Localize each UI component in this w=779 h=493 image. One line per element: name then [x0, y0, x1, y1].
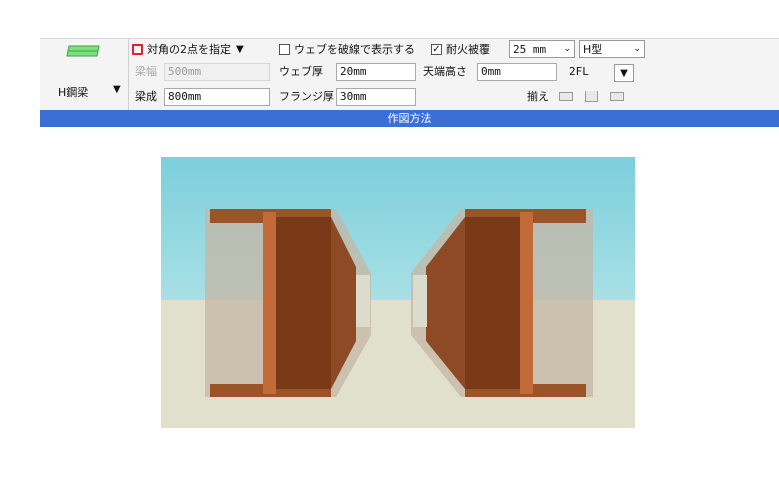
- h-steel-beam-icon: [66, 45, 100, 57]
- chevron-down-icon: ▼: [620, 67, 628, 79]
- beam-width-field[interactable]: 500mm: [164, 63, 270, 81]
- flange-thickness-field[interactable]: 30mm: [336, 88, 416, 106]
- floor-value: 2FL: [569, 65, 589, 78]
- beam-depth-label: 梁成: [135, 90, 157, 103]
- toolbar: H鋼梁 ▼ 対角の2点を指定 ▼ ウェブを破線で表示する ✓ 耐火被覆 25 m…: [40, 38, 779, 112]
- align-center-icon[interactable]: [585, 91, 598, 102]
- align-bottom-icon[interactable]: [559, 92, 573, 101]
- chevron-down-icon[interactable]: ▼: [113, 84, 121, 95]
- web-dashed-checkbox[interactable]: [279, 43, 290, 55]
- beam-preview: [161, 157, 635, 428]
- fireproof-thickness-value: 25 mm: [513, 42, 547, 56]
- section-type-value: H型: [583, 43, 603, 56]
- fireproof-thickness-select[interactable]: 25 mm ⌄: [509, 40, 575, 58]
- mode-label: 対角の2点を指定: [147, 43, 231, 56]
- fireproof-checkbox[interactable]: ✓: [431, 43, 442, 55]
- web-thickness-field[interactable]: 20mm: [336, 63, 416, 81]
- left-beam-section: [205, 209, 371, 397]
- caption-bar: 作図方法: [40, 110, 779, 127]
- fireproof-label: 耐火被覆: [446, 43, 490, 56]
- web-dashed-label: ウェブを破線で表示する: [294, 43, 415, 56]
- tool-selector-button[interactable]: H鋼梁 ▼: [40, 39, 129, 111]
- chevron-down-icon: ⌄: [633, 44, 641, 54]
- chevron-down-icon: ⌄: [563, 44, 571, 54]
- align-label: 揃え: [527, 90, 549, 103]
- flange-thickness-label: フランジ厚: [279, 90, 334, 103]
- top-height-label: 天端高さ: [423, 65, 467, 78]
- web-thickness-label: ウェブ厚: [279, 65, 323, 78]
- floor-select[interactable]: ▼: [614, 64, 634, 82]
- top-height-field[interactable]: 0mm: [477, 63, 557, 81]
- beam-width-label: 梁幅: [135, 65, 157, 78]
- beam-preview-illustration: [161, 157, 635, 428]
- tool-label: H鋼梁: [58, 86, 89, 99]
- align-top-icon[interactable]: [610, 92, 624, 101]
- section-type-select[interactable]: H型 ⌄: [579, 40, 645, 58]
- beam-depth-field[interactable]: 800mm: [164, 88, 270, 106]
- mode-selector[interactable]: 対角の2点を指定 ▼: [132, 39, 244, 59]
- chevron-down-icon[interactable]: ▼: [236, 44, 244, 55]
- diagonal-rect-icon: [132, 43, 143, 55]
